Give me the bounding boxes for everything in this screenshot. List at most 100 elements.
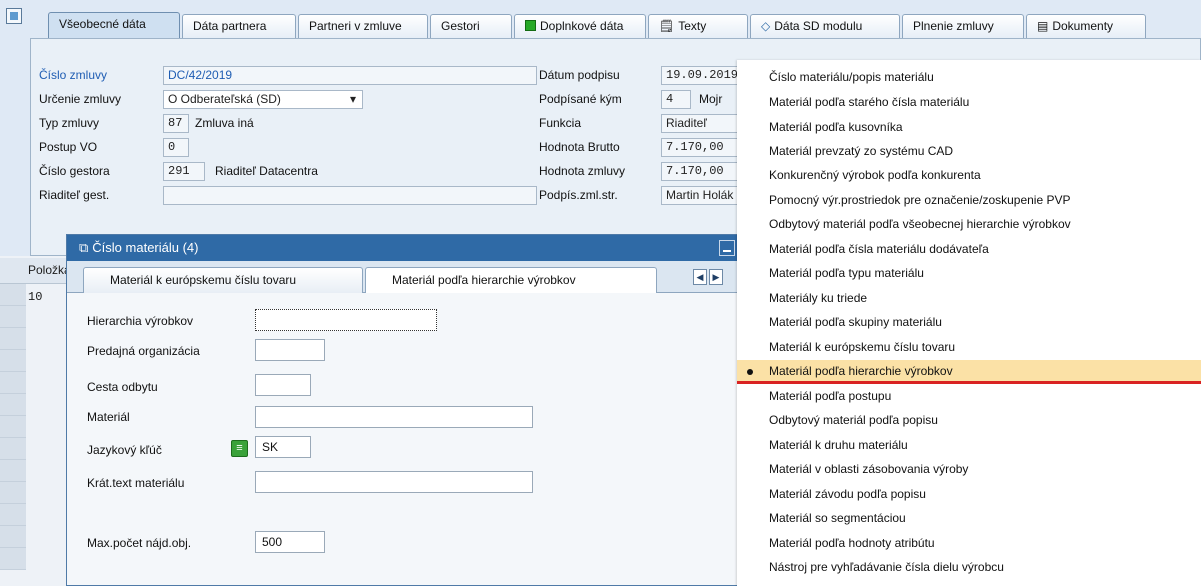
tab-scroll-left-icon[interactable]: ◀ xyxy=(693,269,707,285)
dropdown-item[interactable]: Pomocný výr.prostriedok pre označenie/zo… xyxy=(769,193,1071,207)
label-jazykovy-kluc: Jazykový kľúč xyxy=(87,443,162,457)
row-selector[interactable] xyxy=(0,504,26,526)
dropdown-item[interactable]: Konkurenčný výrobok podľa konkurenta xyxy=(769,168,981,182)
dropdown-item[interactable]: Materiál podľa starého čísla materiálu xyxy=(769,95,969,109)
row-selector[interactable] xyxy=(0,284,26,306)
label-typ-zmluvy: Typ zmluvy xyxy=(39,116,100,130)
postup-vo-field[interactable]: 0 xyxy=(163,138,189,157)
table-cell-polozka[interactable]: 10 xyxy=(28,290,42,304)
tab-gestori[interactable]: Gestori xyxy=(430,14,512,38)
urcenie-zmluvy-value: O Odberateľská (SD) xyxy=(168,92,281,106)
row-selector[interactable] xyxy=(0,328,26,350)
hierarchia-vyrobkov-input[interactable] xyxy=(255,309,437,331)
funkcia-field[interactable]: Riaditeľ xyxy=(661,114,739,133)
label-datum-podpisu: Dátum podpisu xyxy=(539,68,620,82)
row-selector[interactable] xyxy=(0,372,26,394)
predajna-organizacia-input[interactable] xyxy=(255,339,325,361)
tab-label: Dokumenty xyxy=(1052,19,1114,33)
dropdown-item[interactable]: Číslo materiálu/popis materiálu xyxy=(769,70,934,84)
dialog-title-bar[interactable]: ⧉ Číslo materiálu (4) xyxy=(67,235,741,261)
label-hierarchia-vyrobkov: Hierarchia výrobkov xyxy=(87,314,194,328)
window-icon: ⧉ xyxy=(79,240,89,255)
row-selector[interactable] xyxy=(0,394,26,416)
tab-label: Partneri v zmluve xyxy=(309,19,402,33)
dropdown-item[interactable]: Materiál podľa typu materiálu xyxy=(769,266,924,280)
tab-doplnkove-data[interactable]: Doplnkové dáta xyxy=(514,14,646,38)
label-postup-vo: Postup VO xyxy=(39,140,98,154)
row-selector[interactable] xyxy=(0,526,26,548)
label-cislo-zmluvy: Číslo zmluvy xyxy=(39,68,108,82)
dropdown-item[interactable]: Materiál podľa postupu xyxy=(769,389,891,403)
tab-label: Dáta SD modulu xyxy=(774,19,863,33)
dropdown-item[interactable]: Materiály ku triede xyxy=(769,291,867,305)
dropdown-item[interactable]: Materiál podľa kusovníka xyxy=(769,120,903,134)
dialog-body: Hierarchia výrobkov Predajná organizácia… xyxy=(67,294,741,585)
dialog-title: Číslo materiálu (4) xyxy=(92,240,199,255)
row-selector[interactable] xyxy=(0,350,26,372)
dropdown-item[interactable]: Materiál podľa hodnoty atribútu xyxy=(769,536,935,550)
tab-texty[interactable]: 🗒 Texty xyxy=(648,14,748,38)
dropdown-item[interactable]: Materiál podľa skupiny materiálu xyxy=(769,315,942,329)
label-podpisane-kym: Podpísané kým xyxy=(539,92,622,106)
row-selector[interactable] xyxy=(0,438,26,460)
tab-label: Gestori xyxy=(441,19,480,33)
tab-dokumenty[interactable]: ▤ Dokumenty xyxy=(1026,14,1146,38)
tab-hierarchia-vyrobkov[interactable]: Materiál podľa hierarchie výrobkov xyxy=(365,267,657,293)
urcenie-zmluvy-select[interactable]: O Odberateľská (SD) ▾ xyxy=(163,90,363,109)
tab-scroll-right-icon[interactable]: ▶ xyxy=(709,269,723,285)
hodnota-zmluvy-field[interactable]: 7.170,00 xyxy=(661,162,739,181)
tab-europske-cislo-tovaru[interactable]: Materiál k európskemu číslu tovaru xyxy=(83,267,363,293)
jazykovy-kluc-input[interactable]: SK xyxy=(255,436,311,458)
podpis-zml-str-field[interactable]: Martin Holák xyxy=(661,186,739,205)
dropdown-item-selected[interactable]: Materiál podľa hierarchie výrobkov xyxy=(769,364,953,378)
dropdown-item[interactable]: Nástroj pre vyhľadávanie čísla dielu výr… xyxy=(769,560,1004,574)
tab-vseobecne-data[interactable]: Všeobecné dáta xyxy=(48,12,180,38)
row-selector[interactable] xyxy=(0,482,26,504)
hodnota-brutto-field[interactable]: 7.170,00 xyxy=(661,138,739,157)
dropdown-item[interactable]: Materiál podľa čísla materiálu dodávateľ… xyxy=(769,242,989,256)
minimize-icon[interactable] xyxy=(719,240,735,256)
row-selector[interactable] xyxy=(0,306,26,328)
tab-label: Materiál podľa hierarchie výrobkov xyxy=(392,273,576,287)
material-input[interactable] xyxy=(255,406,533,428)
podpisane-kym-code[interactable]: 4 xyxy=(661,90,691,109)
row-selector[interactable] xyxy=(0,460,26,482)
dropdown-item[interactable]: Materiál k druhu materiálu xyxy=(769,438,908,452)
label-hodnota-brutto: Hodnota Brutto xyxy=(539,140,620,154)
label-krat-text-materialu: Krát.text materiálu xyxy=(87,476,185,490)
krat-text-materialu-input[interactable] xyxy=(255,471,533,493)
dialog-tabstrip: Materiál k európskemu číslu tovaru Mater… xyxy=(67,261,741,293)
tab-plnenie-zmluvy[interactable]: Plnenie zmluvy xyxy=(902,14,1024,38)
dropdown-item[interactable]: Materiál so segmentáciou xyxy=(769,511,906,525)
screen-icon[interactable] xyxy=(6,8,22,24)
typ-zmluvy-code[interactable]: 87 xyxy=(163,114,189,133)
dropdown-item[interactable]: Odbytový materiál podľa všeobecnej hiera… xyxy=(769,217,1071,231)
tab-label: Plnenie zmluvy xyxy=(913,19,994,33)
label-riaditel-gest: Riaditeľ gest. xyxy=(39,188,110,202)
max-pocet-input[interactable]: 500 xyxy=(255,531,325,553)
chevron-down-icon: ▾ xyxy=(349,92,356,106)
tab-partneri-v-zmluve[interactable]: Partneri v zmluve xyxy=(298,14,428,38)
tab-data-sd-modulu[interactable]: ◇ Dáta SD modulu xyxy=(750,14,900,38)
label-hodnota-zmluvy: Hodnota zmluvy xyxy=(539,164,626,178)
tab-data-partnera[interactable]: Dáta partnera xyxy=(182,14,296,38)
label-podpis-zml-str: Podpís.zml.str. xyxy=(539,188,618,202)
dropdown-item[interactable]: Materiál v oblasti zásobovania výroby xyxy=(769,462,968,476)
dropdown-item[interactable]: Materiál prevzatý zo systému CAD xyxy=(769,144,953,158)
language-key-icon[interactable]: ≡ xyxy=(231,440,248,457)
podpisane-kym-text: Mojr xyxy=(699,92,723,106)
dropdown-item[interactable]: Materiál závodu podľa popisu xyxy=(769,487,926,501)
column-header-polozka[interactable]: Položka xyxy=(28,263,71,277)
dropdown-item[interactable]: Materiál k európskemu číslu tovaru xyxy=(769,340,955,354)
datum-podpisu-field[interactable]: 19.09.2019 xyxy=(661,66,739,85)
row-selector[interactable] xyxy=(0,548,26,570)
table-header: Položka xyxy=(0,258,71,284)
riaditel-gest-field[interactable] xyxy=(163,186,537,205)
cislo-gestora-code[interactable]: 291 xyxy=(163,162,205,181)
row-selector[interactable] xyxy=(0,416,26,438)
tab-label: Texty xyxy=(678,19,707,33)
dropdown-item[interactable]: Odbytový materiál podľa popisu xyxy=(769,413,938,427)
cesta-odbytu-input[interactable] xyxy=(255,374,311,396)
diamond-icon: ◇ xyxy=(761,19,771,33)
cislo-zmluvy-field[interactable]: DC/42/2019 xyxy=(163,66,537,85)
